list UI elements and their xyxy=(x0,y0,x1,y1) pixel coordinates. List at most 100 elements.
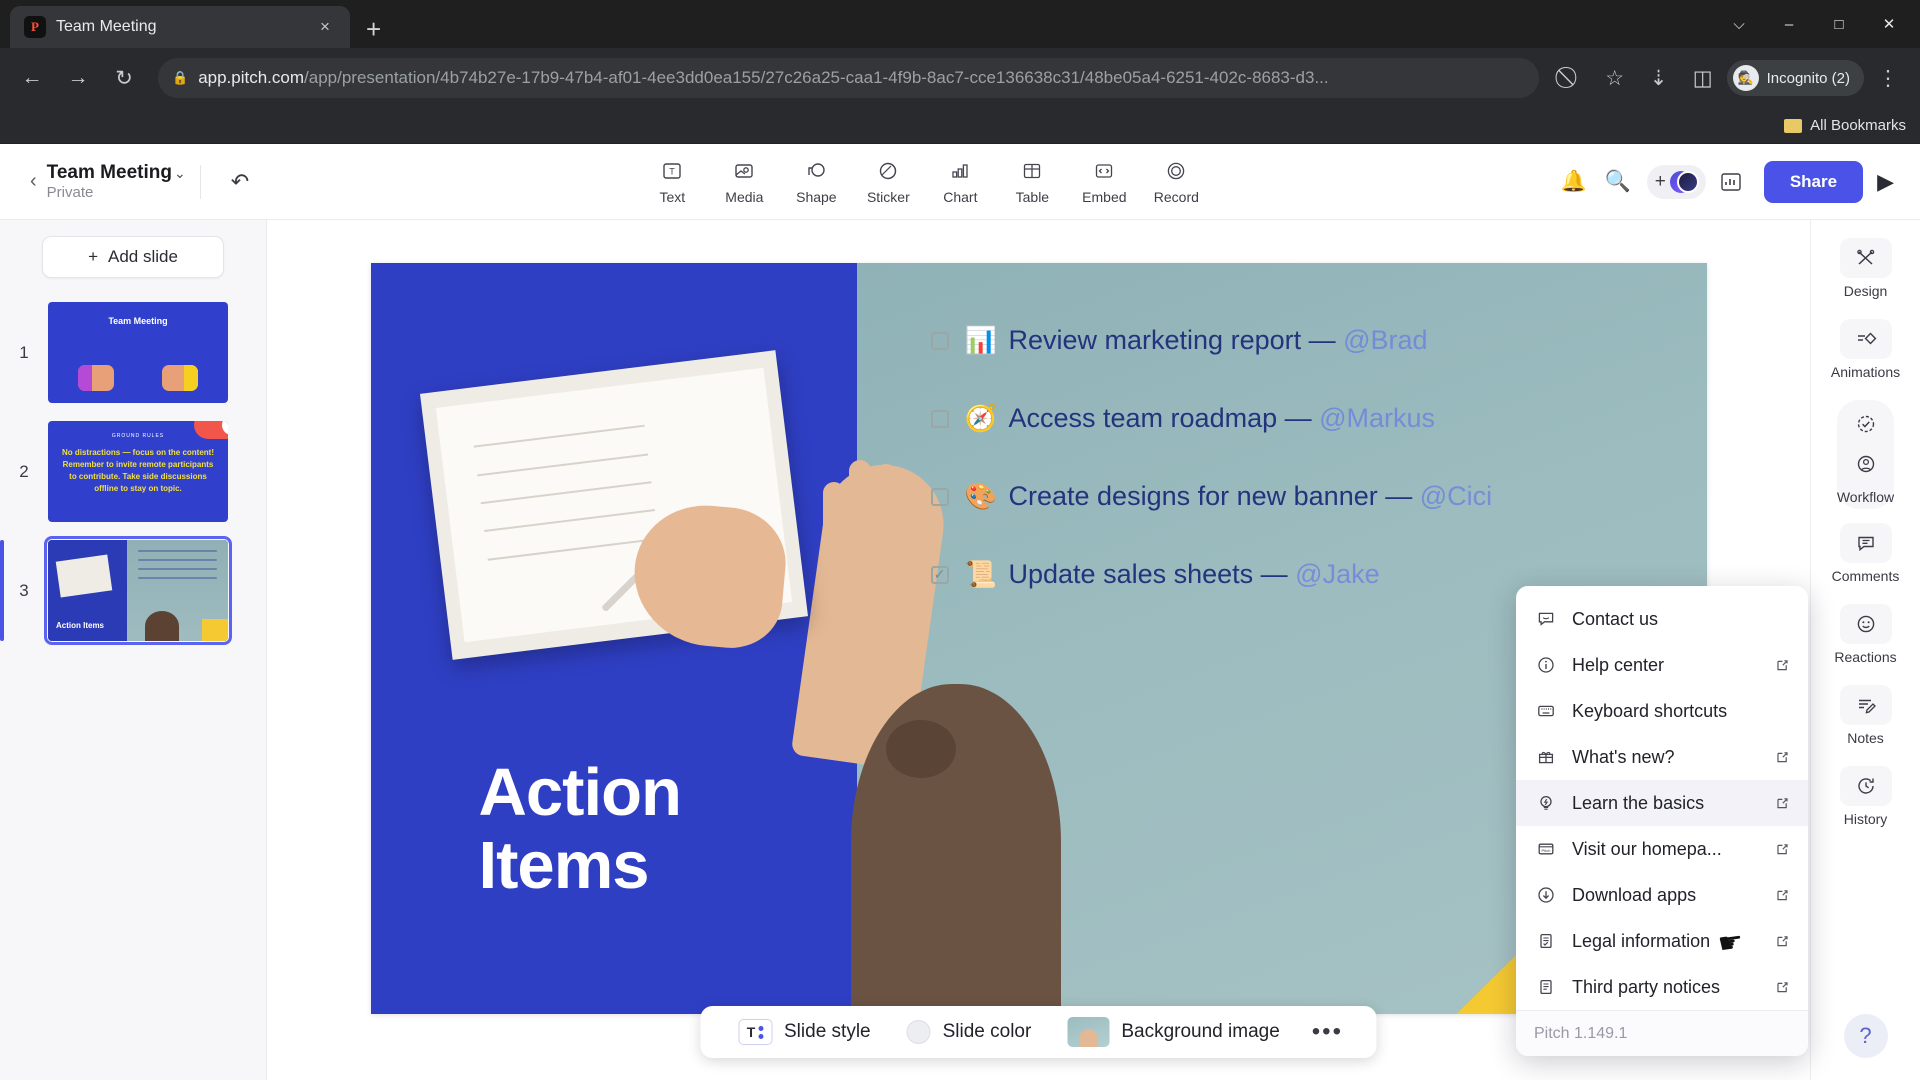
chevron-down-icon[interactable]: ⌄ xyxy=(174,165,186,182)
sticker-badge[interactable] xyxy=(194,421,228,439)
sidebar-item-notes[interactable]: Notes xyxy=(1821,685,1911,746)
tool-embed[interactable]: Embed xyxy=(1068,158,1140,205)
add-slide-label: Add slide xyxy=(108,247,178,266)
search-icon[interactable]: 🔍 xyxy=(1603,170,1633,194)
share-button[interactable]: Share xyxy=(1763,160,1864,203)
slide-thumbnail-2[interactable]: GROUND RULES No distractions — focus on … xyxy=(48,421,228,522)
menu-item-whats-new[interactable]: What's new? xyxy=(1516,734,1808,780)
new-tab-button[interactable]: + xyxy=(366,16,381,42)
checkbox-checked[interactable]: ✓ xyxy=(930,565,949,584)
task-item[interactable]: 📊 Review marketing report — @Brad xyxy=(930,325,1667,356)
presenter-stats-icon[interactable] xyxy=(1720,172,1750,192)
tool-label: Shape xyxy=(796,189,837,205)
list-item[interactable]: 3 Action Items xyxy=(0,536,266,645)
download-icon[interactable]: ⇣ xyxy=(1639,58,1679,98)
tool-label: Sticker xyxy=(866,189,910,205)
bookmark-star-icon[interactable]: ☆ xyxy=(1595,58,1635,98)
notebook-photo[interactable] xyxy=(419,350,808,660)
browser-tab[interactable]: P Team Meeting × xyxy=(10,6,350,48)
plus-icon[interactable]: + xyxy=(1655,171,1666,193)
tool-sticker[interactable]: Sticker xyxy=(852,158,924,205)
bell-icon[interactable]: 🔔 xyxy=(1559,170,1589,194)
window-close-button[interactable]: ✕ xyxy=(1866,6,1912,42)
menu-item-legal-information[interactable]: Legal information xyxy=(1516,918,1808,964)
background-image-button[interactable]: Background image xyxy=(1049,1017,1297,1047)
slide-style-button[interactable]: T Slide style xyxy=(720,1019,889,1045)
list-item[interactable]: 1 Team Meeting xyxy=(0,302,266,403)
slide-3[interactable]: Action Items 📊 Review marketing report —… xyxy=(370,263,1707,1014)
menu-item-label: Help center xyxy=(1572,654,1665,675)
tool-label: Media xyxy=(725,189,764,205)
slide-thumbnail-1[interactable]: Team Meeting xyxy=(48,302,228,403)
help-question-icon[interactable]: ? xyxy=(1843,1014,1888,1058)
menu-item-third-party-notices[interactable]: Third party notices xyxy=(1516,964,1808,1010)
checkbox[interactable] xyxy=(930,331,949,350)
tool-chart[interactable]: Chart xyxy=(924,158,996,205)
play-icon[interactable]: ▶ xyxy=(1877,169,1894,195)
list-item[interactable]: 2 GROUND RULES No distractions — focus o… xyxy=(0,421,266,522)
slide-title-line2: Items xyxy=(478,827,650,903)
topbar-right: 🔔 🔍 + Share ▶ xyxy=(1559,160,1920,203)
sidebar-item-workflow[interactable]: Workflow xyxy=(1836,400,1895,509)
tool-table[interactable]: Table xyxy=(996,158,1068,205)
menu-item-keyboard-shortcuts[interactable]: Keyboard shortcuts xyxy=(1516,688,1808,734)
undo-icon[interactable]: ↶ xyxy=(215,169,265,195)
menu-item-learn-the-basics[interactable]: Learn the basics xyxy=(1516,780,1808,826)
back-icon[interactable]: ← xyxy=(12,58,52,98)
more-options-button[interactable]: ••• xyxy=(1298,1018,1357,1046)
menu-item-download-apps[interactable]: Download apps xyxy=(1516,872,1808,918)
slide-color-button[interactable]: Slide color xyxy=(889,1020,1050,1044)
url-path: /app/presentation/4b74b27e-17b9-47b4-af0… xyxy=(304,68,1329,87)
hide-password-icon[interactable]: ⃠ xyxy=(1551,58,1591,98)
browser-menu-icon[interactable]: ⋮ xyxy=(1868,58,1908,98)
incognito-icon: 🕵 xyxy=(1732,65,1759,91)
lightbulb-icon xyxy=(1534,794,1558,812)
address-bar[interactable]: 🔒 app.pitch.com/app/presentation/4b74b27… xyxy=(158,58,1539,98)
menu-item-contact-us[interactable]: Contact us xyxy=(1516,596,1808,642)
tool-media[interactable]: Media xyxy=(708,158,780,205)
tool-record[interactable]: Record xyxy=(1140,158,1212,205)
slide-thumbnail-3[interactable]: Action Items xyxy=(44,536,232,645)
forward-icon[interactable]: → xyxy=(58,58,98,98)
browser-window: P Team Meeting × + ⌵ – □ ✕ ← → ↻ 🔒 app.p… xyxy=(0,0,1920,1080)
app-topbar: ‹ Team Meeting ⌄ Private ↶ T Text Media … xyxy=(0,144,1920,220)
side-panel-icon[interactable]: ◫ xyxy=(1683,58,1723,98)
plus-icon: + xyxy=(88,247,98,266)
svg-text:T: T xyxy=(670,167,676,177)
reload-icon[interactable]: ↻ xyxy=(104,58,144,98)
chat-icon xyxy=(1534,610,1558,628)
sidebar-item-animations[interactable]: Animations xyxy=(1821,319,1911,380)
checkbox[interactable] xyxy=(930,409,949,428)
maximize-button[interactable]: □ xyxy=(1816,6,1862,42)
keyboard-icon xyxy=(1534,702,1558,720)
menu-item-help-center[interactable]: Help center xyxy=(1516,642,1808,688)
sidebar-item-reactions[interactable]: Reactions xyxy=(1821,604,1911,665)
menu-item-visit-homepage[interactable]: Pitch Visit our homepa... xyxy=(1516,826,1808,872)
url-host: app.pitch.com xyxy=(198,68,305,87)
chevron-down-icon[interactable]: ⌵ xyxy=(1716,6,1762,42)
all-bookmarks-label[interactable]: All Bookmarks xyxy=(1810,117,1906,134)
thumb-title: No distractions — focus on the content! … xyxy=(61,448,214,493)
tool-label: Chart xyxy=(943,189,978,205)
record-icon xyxy=(1165,158,1187,184)
tool-text[interactable]: T Text xyxy=(636,158,708,205)
insert-toolbar: T Text Media Shape Sticker Chart Table E… xyxy=(636,158,1212,205)
menu-item-label: Visit our homepa... xyxy=(1572,838,1722,859)
sidebar-item-comments[interactable]: Comments xyxy=(1821,523,1911,584)
slide-title[interactable]: Action Items xyxy=(478,756,682,903)
sidebar-item-history[interactable]: History xyxy=(1821,766,1911,827)
chevron-left-icon[interactable]: ‹ xyxy=(30,170,37,193)
profile-chip[interactable]: 🕵 Incognito (2) xyxy=(1726,60,1864,96)
add-slide-button[interactable]: + Add slide xyxy=(42,236,224,278)
avatar[interactable] xyxy=(1669,169,1699,195)
task-item[interactable]: 🎨 Create designs for new banner — @Cici xyxy=(930,481,1667,512)
tool-shape[interactable]: Shape xyxy=(780,158,852,205)
minimize-button[interactable]: – xyxy=(1766,6,1812,42)
task-item[interactable]: 🧭 Access team roadmap — @Markus xyxy=(930,403,1667,434)
collaborators-group[interactable]: + xyxy=(1646,164,1706,199)
mention: @Markus xyxy=(1319,403,1436,433)
thumb-task-lines xyxy=(138,550,218,586)
checkbox[interactable] xyxy=(930,487,949,506)
sidebar-item-design[interactable]: Design xyxy=(1821,238,1911,299)
close-icon[interactable]: × xyxy=(314,17,336,37)
